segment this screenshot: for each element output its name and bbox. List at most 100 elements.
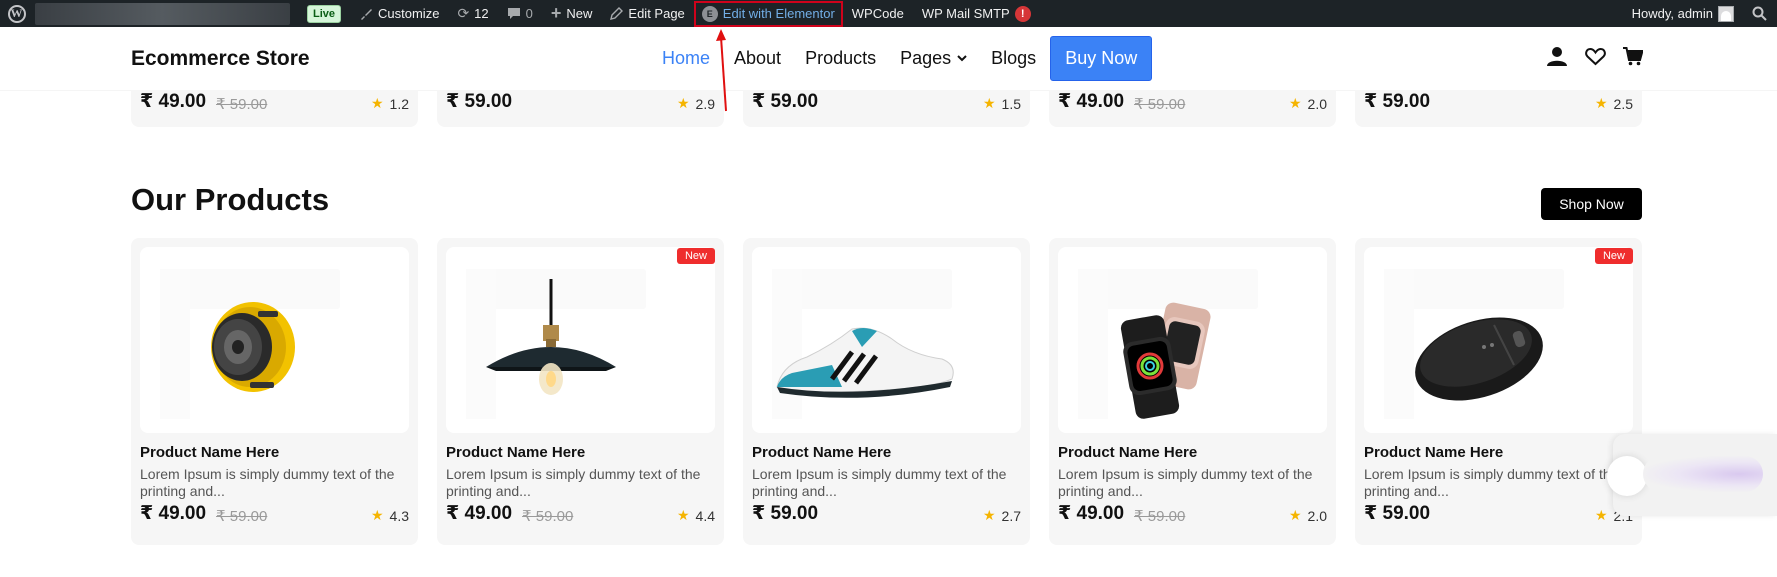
updates-button[interactable]: ⟳ 12 <box>448 0 497 27</box>
rating-value: 4.3 <box>389 507 409 524</box>
product-card[interactable]: Product Name Here Lorem Ipsum is simply … <box>1049 238 1336 545</box>
chat-launcher-icon[interactable] <box>1607 456 1647 496</box>
refresh-icon: ⟳ <box>457 5 470 21</box>
pendant-lamp-image <box>486 279 616 395</box>
elementor-icon: E <box>701 5 718 22</box>
rating: ★ 1.2 <box>371 95 409 112</box>
customize-label: Customize <box>378 6 440 21</box>
star-icon: ★ <box>982 507 996 523</box>
product-card[interactable]: Product Name Here Lorem Ipsum is simply … <box>131 238 418 545</box>
price: ₹ 49.00 <box>140 91 207 112</box>
wpcode-label: WPCode <box>851 6 904 21</box>
product-card[interactable]: ₹ 49.00 ₹ 59.00 ★ 1.2 <box>131 90 418 127</box>
header-icons <box>1546 45 1644 67</box>
star-icon: ★ <box>1594 507 1608 523</box>
star-icon: ★ <box>676 95 690 111</box>
product-name[interactable]: Product Name Here <box>752 444 891 461</box>
old-price: ₹ 59.00 <box>1134 507 1186 525</box>
price: ₹ 49.00 <box>140 503 207 524</box>
rating: ★ 2.5 <box>1595 95 1633 112</box>
nav-about[interactable]: About <box>722 34 793 82</box>
old-price: ₹ 59.00 <box>216 95 268 113</box>
site-logo[interactable]: Ecommerce Store <box>131 47 310 71</box>
product-name[interactable]: Product Name Here <box>1058 444 1197 461</box>
rating-value: 2.7 <box>1001 507 1021 524</box>
chevron-down-icon <box>957 55 967 62</box>
price-row: ₹ 59.00 ★ 2.9 <box>446 90 715 113</box>
wordpress-icon: W <box>7 4 26 23</box>
nav-blogs[interactable]: Blogs <box>979 34 1048 82</box>
new-content-button[interactable]: + New <box>542 0 602 27</box>
product-card[interactable]: ₹ 49.00 ₹ 59.00 ★ 2.0 <box>1049 90 1336 127</box>
nav-pages[interactable]: Pages <box>888 34 979 82</box>
edit-page-button[interactable]: Edit Page <box>601 0 693 27</box>
heart-icon[interactable] <box>1584 45 1606 67</box>
cart-icon[interactable] <box>1622 45 1644 67</box>
product-image[interactable] <box>446 247 715 433</box>
new-badge: New <box>1594 248 1633 264</box>
rating: ★ 2.9 <box>677 95 715 112</box>
price: ₹ 49.00 <box>1058 91 1125 112</box>
star-icon: ★ <box>370 95 384 111</box>
product-image[interactable] <box>1364 247 1633 433</box>
old-price: ₹ 59.00 <box>216 507 268 525</box>
yellow-speaker-image <box>211 302 295 392</box>
product-card[interactable]: Product Name Here Lorem Ipsum is simply … <box>743 238 1030 545</box>
price-row: ₹ 49.00 ₹ 59.00 ★ 2.0 <box>1058 502 1327 525</box>
pencil-icon <box>610 7 624 20</box>
comments-button[interactable]: 0 <box>498 0 542 27</box>
chat-widget[interactable] <box>1607 434 1777 516</box>
star-icon: ★ <box>1288 95 1302 111</box>
wordpress-logo-button[interactable]: W <box>0 0 33 27</box>
shop-now-button[interactable]: Shop Now <box>1541 188 1642 220</box>
price-row: ₹ 49.00 ₹ 59.00 ★ 2.0 <box>1058 90 1327 113</box>
product-card[interactable]: ₹ 59.00 ★ 1.5 <box>743 90 1030 127</box>
rating-value: 2.0 <box>1307 95 1327 112</box>
product-image[interactable] <box>140 247 409 433</box>
plus-icon: + <box>550 3 562 23</box>
rating: ★ 1.5 <box>983 95 1021 112</box>
rating: ★ 2.0 <box>1289 507 1327 524</box>
product-name[interactable]: Product Name Here <box>1364 444 1503 461</box>
user-icon[interactable] <box>1546 45 1568 67</box>
live-badge-item[interactable]: Live <box>298 0 350 27</box>
product-image[interactable] <box>752 247 1021 433</box>
product-description: Lorem Ipsum is simply dummy text of the … <box>1058 466 1313 499</box>
rating-value: 4.4 <box>695 507 715 524</box>
product-card[interactable]: ₹ 59.00 ★ 2.5 <box>1355 90 1642 127</box>
star-icon: ★ <box>1288 507 1302 523</box>
nav-products[interactable]: Products <box>793 34 888 82</box>
site-name-redacted[interactable] <box>35 2 290 25</box>
product-name[interactable]: Product Name Here <box>140 444 279 461</box>
customize-button[interactable]: Customize <box>350 0 448 27</box>
rating-value: 1.2 <box>389 95 409 112</box>
admin-search-button[interactable] <box>1743 0 1777 27</box>
old-price: ₹ 59.00 <box>522 507 574 525</box>
buy-now-button[interactable]: Buy Now <box>1050 35 1153 81</box>
product-name[interactable]: Product Name Here <box>446 444 585 461</box>
product-description: Lorem Ipsum is simply dummy text of the … <box>1364 466 1619 499</box>
price: ₹ 59.00 <box>1364 91 1431 112</box>
product-card[interactable]: ₹ 59.00 ★ 2.9 <box>437 90 724 127</box>
my-account-button[interactable]: Howdy, admin <box>1623 0 1743 27</box>
chat-preview <box>1643 456 1763 492</box>
site-header: Ecommerce Store Home About Products Page… <box>0 27 1777 90</box>
search-icon <box>1752 6 1767 21</box>
price-row: ₹ 49.00 ₹ 59.00 ★ 4.3 <box>140 502 409 525</box>
price: ₹ 59.00 <box>446 91 513 112</box>
wpcode-button[interactable]: WPCode <box>843 0 913 27</box>
product-card[interactable]: New Product Name Here Lorem Ipsum is sim… <box>437 238 724 545</box>
edit-with-elementor-button[interactable]: E Edit with Elementor <box>693 0 843 27</box>
edit-elementor-label: Edit with Elementor <box>722 6 835 21</box>
wp-mail-smtp-button[interactable]: WP Mail SMTP ! <box>913 0 1040 27</box>
alert-badge: ! <box>1014 5 1031 22</box>
product-description: Lorem Ipsum is simply dummy text of the … <box>446 466 701 499</box>
product-card[interactable]: New Product Name Here Lorem Ipsum is sim… <box>1355 238 1642 545</box>
product-image[interactable] <box>1058 247 1327 433</box>
rating: ★ 4.3 <box>371 507 409 524</box>
price-row: ₹ 59.00 ★ 1.5 <box>752 90 1021 113</box>
nav-home[interactable]: Home <box>650 34 722 82</box>
price: ₹ 49.00 <box>1058 503 1125 524</box>
product-description: Lorem Ipsum is simply dummy text of the … <box>140 466 395 499</box>
price: ₹ 49.00 <box>446 503 513 524</box>
